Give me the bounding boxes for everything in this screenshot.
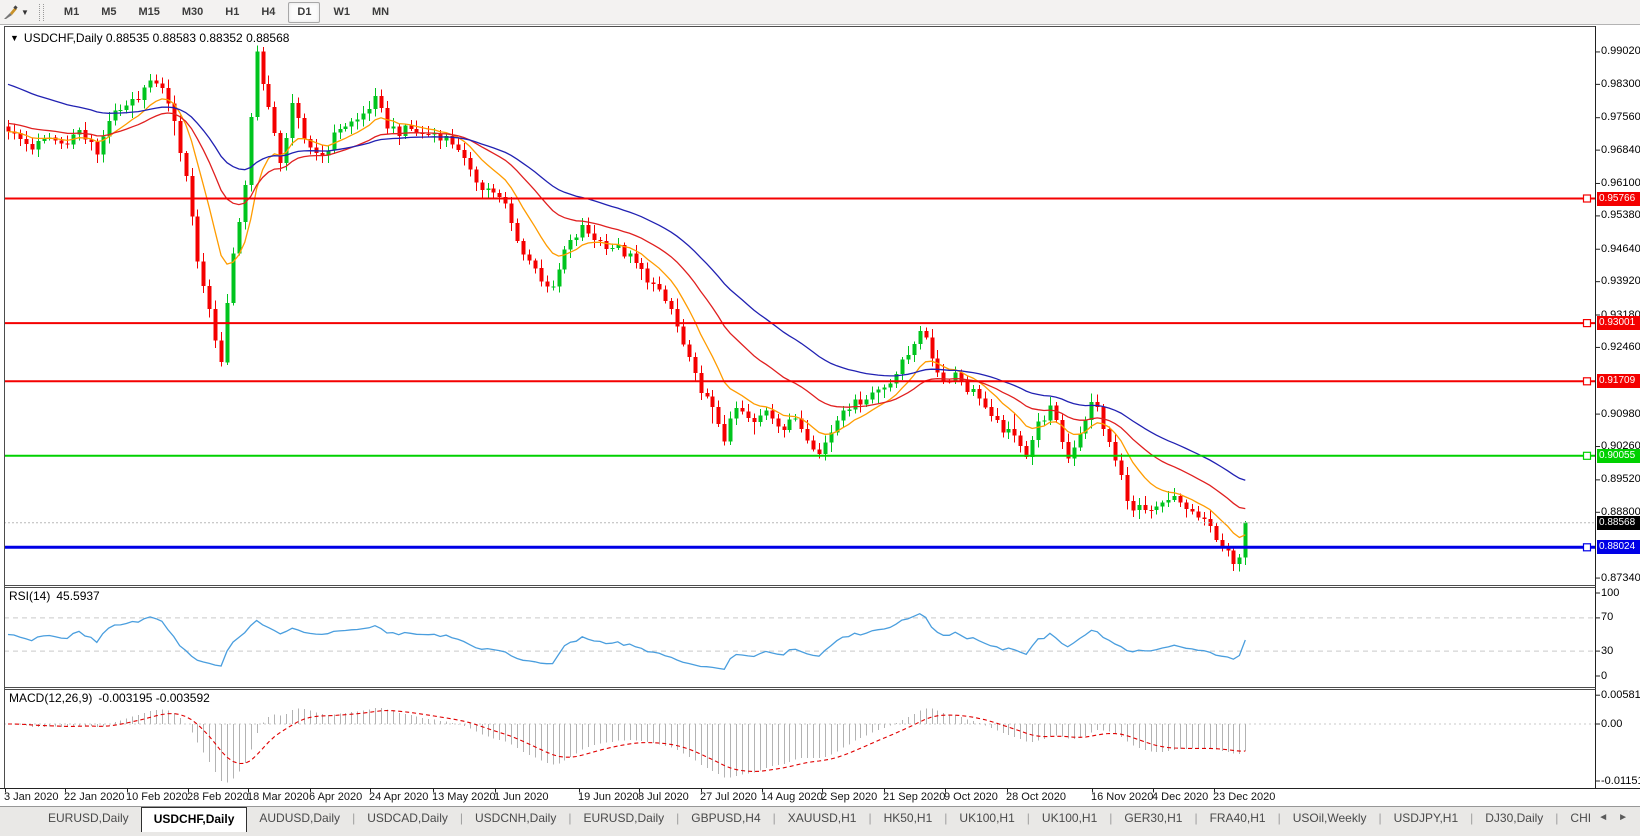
crosshair-pen-icon[interactable] [2,3,20,21]
macd-histogram [13,707,1247,783]
tool-dropdown-caret-icon[interactable]: ▼ [21,8,29,17]
chart-tab-uk100-h1[interactable]: UK100,H1 [1030,807,1109,830]
timeframe-button-h1[interactable]: H1 [216,2,248,23]
chart-tab-eurusd-daily[interactable]: EURUSD,Daily [571,807,676,830]
timeframe-buttons: M1 M5 M15 M30 H1 H4 D1 W1 MN [53,1,400,23]
ma-line-2[interactable] [7,83,1246,481]
chart-tab-usoil-weekly[interactable]: USOil,Weekly [1281,807,1379,830]
timeframe-button-w1[interactable]: W1 [324,2,359,23]
chart-tab-hk50-h1[interactable]: HK50,H1 [872,807,945,830]
timeframe-button-mn[interactable]: MN [363,2,398,23]
chart-tab-dj30-daily[interactable]: DJ30,Daily [1473,807,1555,830]
tab-scroll-right-icon[interactable]: ► [1618,812,1628,823]
timeframe-toolbar: ▼ M1 M5 M15 M30 H1 H4 D1 W1 MN [0,0,1640,25]
macd-signal-line [8,709,1246,773]
timeframe-button-m1[interactable]: M1 [55,2,88,23]
tab-scroll-left-icon[interactable]: ◄ [1598,812,1608,823]
chart-tab-ger30-h1[interactable]: GER30,H1 [1112,807,1194,830]
chart-tab-bar: EURUSD,Daily USDCHF,Daily AUDUSD,Daily | USD… [0,806,1640,836]
rsi-line [7,612,1246,671]
ma-line-1[interactable] [7,112,1246,510]
timeframe-button-h4[interactable]: H4 [252,2,284,23]
chart-tab-strip: EURUSD,Daily USDCHF,Daily AUDUSD,Daily | USD… [0,807,1592,832]
chart-tab-eurusd-daily[interactable]: EURUSD,Daily [36,807,141,830]
tab-scroll-arrows: ◄ ► [1592,807,1640,823]
toolbar-grip [38,3,44,21]
chart-tab-uk100-h1[interactable]: UK100,H1 [947,807,1026,830]
ma-line-0[interactable] [7,98,1246,539]
timeframe-button-m30[interactable]: M30 [173,2,212,23]
timeframe-button-m15[interactable]: M15 [129,2,168,23]
chart-tab-usdcnh-daily[interactable]: USDCNH,Daily [463,807,568,830]
timeframe-button-d1[interactable]: D1 [288,1,321,23]
chart-tab-gbpusd-h4[interactable]: GBPUSD,H4 [679,807,772,830]
timeframe-button-m5[interactable]: M5 [92,2,125,23]
chart-tab-usdcad-daily[interactable]: USDCAD,Daily [355,807,460,830]
horizontal-level-lines[interactable] [4,194,1596,552]
chart-tab-audusd-daily[interactable]: AUDUSD,Daily [247,807,352,830]
chart-canvas[interactable] [0,0,1640,836]
chart-tab-fra40-h1[interactable]: FRA40,H1 [1198,807,1278,830]
chart-tab-china300-h1[interactable]: CHINA300,H1 [1558,807,1592,830]
chart-tab-usdchf-daily[interactable]: USDCHF,Daily [140,807,248,832]
candlesticks[interactable] [6,45,1248,572]
chart-tab-usdjpy-h1[interactable]: USDJPY,H1 [1382,807,1470,830]
chart-tab-xauusd-h1[interactable]: XAUUSD,H1 [776,807,869,830]
